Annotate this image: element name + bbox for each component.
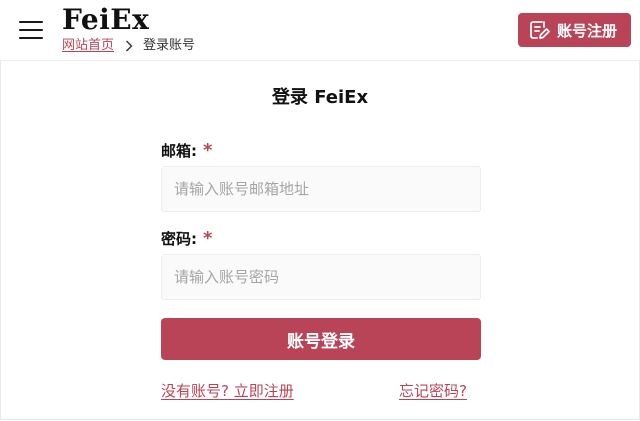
site-logo[interactable]: FeiEx <box>62 3 149 37</box>
page-title: 登录 FeiEx <box>271 87 369 108</box>
top-header: FeiEx 网站首页 登录账号 账号注册 <box>0 0 640 61</box>
register-button-label: 账号注册 <box>557 21 618 40</box>
breadcrumb-current: 登录账号 <box>143 38 196 53</box>
password-label: 密码: * <box>161 228 213 249</box>
email-label: 邮箱: * <box>161 140 213 161</box>
required-mark: * <box>203 140 213 161</box>
forgot-password-link[interactable]: 忘记密码? <box>399 381 467 401</box>
login-button[interactable]: 账号登录 <box>161 318 481 360</box>
register-button[interactable]: 账号注册 <box>518 13 631 47</box>
register-link[interactable]: 没有账号? 立即注册 <box>161 381 294 401</box>
breadcrumb-home-link[interactable]: 网站首页 <box>62 38 114 54</box>
password-field[interactable] <box>161 254 481 300</box>
required-mark: * <box>203 228 213 249</box>
hamburger-menu-icon[interactable] <box>19 20 43 40</box>
edit-document-icon <box>530 21 550 39</box>
chevron-right-icon <box>126 40 133 52</box>
breadcrumb: 网站首页 登录账号 <box>62 38 195 54</box>
email-field[interactable] <box>161 166 481 212</box>
